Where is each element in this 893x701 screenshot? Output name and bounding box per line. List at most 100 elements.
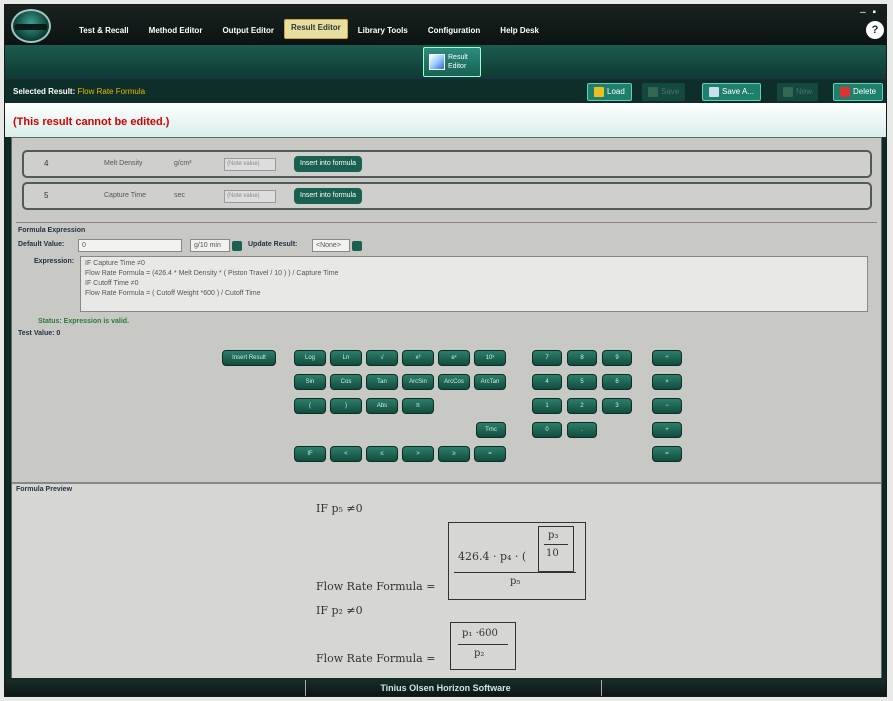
sqrt-key[interactable]: √	[366, 350, 398, 366]
input-name: Capture Time	[104, 192, 147, 199]
footer-text: Tinius Olsen Horizon Software	[380, 683, 511, 693]
menu-method-editor[interactable]: Method Editor	[139, 23, 213, 39]
expression-line: Flow Rate Formula = (426.4 * Melt Densit…	[85, 270, 339, 277]
log-key[interactable]: Log	[294, 350, 326, 366]
window-controls[interactable]: – ▪	[860, 7, 878, 18]
expression-status: Status: Expression is valid.	[38, 318, 130, 325]
new-icon	[783, 87, 793, 97]
input-row: 4 Melt Density g/cm³ (Note value) Insert…	[22, 150, 872, 178]
trunc-key[interactable]: Trnc	[476, 422, 506, 438]
expression-label: Expression:	[34, 258, 75, 265]
title-bar: Test & Recall Method Editor Output Edito…	[5, 5, 886, 45]
num-4-key[interactable]: 4	[532, 374, 562, 390]
denominator-1: p₅	[510, 576, 521, 587]
pow10-key[interactable]: 10ˣ	[474, 350, 506, 366]
save-icon	[648, 87, 658, 97]
expression-line: Flow Rate Formula = ( Cutoff Weight *600…	[85, 290, 261, 297]
num-9-key[interactable]: 9	[602, 350, 632, 366]
action-bar: Selected Result: Flow Rate Formula Load …	[5, 79, 886, 103]
ribbon-label-2: Editor	[448, 63, 467, 70]
num-2-key[interactable]: 2	[567, 398, 597, 414]
menu-test-recall[interactable]: Test & Recall	[69, 23, 139, 39]
save-as-button[interactable]: Save A...	[702, 83, 762, 101]
delete-button[interactable]: Delete	[833, 83, 884, 101]
update-result-select[interactable]: <None>	[312, 239, 350, 252]
pi-key[interactable]: π	[402, 398, 434, 414]
input-name: Melt Density	[104, 160, 143, 167]
open-paren-key[interactable]: (	[294, 398, 326, 414]
less-equal-key[interactable]: ≤	[366, 446, 398, 462]
ribbon: Result Editor	[5, 45, 886, 79]
num-1-key[interactable]: 1	[532, 398, 562, 414]
load-button[interactable]: Load	[587, 83, 632, 101]
input-value-select[interactable]: (Note value)	[224, 158, 276, 171]
menu-library-tools[interactable]: Library Tools	[348, 23, 418, 39]
tan-key[interactable]: Tan	[366, 374, 398, 390]
denominator-2: p₂	[474, 648, 485, 659]
unit-dropdown-icon[interactable]	[232, 241, 242, 251]
input-row: 5 Capture Time sec (Note value) Insert i…	[22, 182, 872, 210]
fraction-line-1	[454, 572, 576, 573]
multiply-key[interactable]: ×	[652, 374, 682, 390]
help-icon[interactable]: ?	[866, 21, 884, 39]
numerator-1: 426.4 · p₄ · (	[458, 550, 527, 563]
right-bracket	[578, 522, 586, 600]
if-key[interactable]: IF	[294, 446, 326, 462]
divider	[16, 222, 877, 223]
inner-frac-line	[544, 544, 568, 545]
num-0-key[interactable]: 0	[532, 422, 562, 438]
numerator-2: p₁ ·600	[462, 628, 498, 639]
insert-into-formula-button[interactable]: Insert into formula	[294, 156, 363, 172]
num-5-key[interactable]: 5	[567, 374, 597, 390]
result-editor-ribbon-button[interactable]: Result Editor	[423, 47, 481, 77]
exp-key[interactable]: eˣ	[438, 350, 470, 366]
cos-key[interactable]: Cos	[330, 374, 362, 390]
less-key[interactable]: <	[330, 446, 362, 462]
equal-key[interactable]: =	[474, 446, 506, 462]
menu-output-editor[interactable]: Output Editor	[212, 23, 284, 39]
unit-select[interactable]: g/10 min	[190, 239, 230, 252]
new-button[interactable]: New	[777, 83, 819, 101]
selected-result-label: Selected Result:	[13, 87, 76, 96]
update-dropdown-icon[interactable]	[352, 241, 362, 251]
selected-result: Selected Result: Flow Rate Formula	[13, 87, 145, 96]
num-8-key[interactable]: 8	[567, 350, 597, 366]
arccos-key[interactable]: ArcCos	[438, 374, 470, 390]
insert-into-formula-button[interactable]: Insert into formula	[294, 188, 363, 204]
menu-configuration[interactable]: Configuration	[418, 23, 490, 39]
delete-icon	[840, 87, 850, 97]
greater-key[interactable]: >	[402, 446, 434, 462]
arctan-key[interactable]: ArcTan	[474, 374, 506, 390]
plus-key[interactable]: +	[652, 422, 682, 438]
result-editor-panel: 4 Melt Density g/cm³ (Note value) Insert…	[11, 137, 882, 678]
app-logo	[11, 9, 51, 43]
num-6-key[interactable]: 6	[602, 374, 632, 390]
save-button[interactable]: Save	[642, 83, 686, 101]
close-paren-key[interactable]: )	[330, 398, 362, 414]
abs-key[interactable]: Abs	[366, 398, 398, 414]
insert-result-button[interactable]: Insert Result	[222, 350, 276, 366]
menu-result-editor[interactable]: Result Editor	[283, 19, 348, 39]
menu-help-desk[interactable]: Help Desk	[490, 23, 549, 39]
input-number: 4	[44, 159, 49, 168]
save-as-label: Save A...	[722, 87, 755, 96]
num-7-key[interactable]: 7	[532, 350, 562, 366]
square-key[interactable]: x²	[402, 350, 434, 366]
decimal-key[interactable]: .	[567, 422, 597, 438]
divide-key[interactable]: ÷	[652, 350, 682, 366]
formula-preview: Formula Preview IF p₅ ≠0 Flow Rate Formu…	[12, 482, 881, 678]
greater-equal-key[interactable]: ≥	[438, 446, 470, 462]
minus-key[interactable]: −	[652, 398, 682, 414]
selected-result-value: Flow Rate Formula	[77, 87, 146, 96]
default-value-input[interactable]: 0	[78, 239, 182, 252]
expression-textarea[interactable]: IF Capture Time ≠0 Flow Rate Formula = (…	[80, 256, 868, 312]
num-3-key[interactable]: 3	[602, 398, 632, 414]
sin-key[interactable]: Sin	[294, 374, 326, 390]
input-unit: g/cm³	[174, 160, 192, 167]
input-value-select[interactable]: (Note value)	[224, 190, 276, 203]
arcsin-key[interactable]: ArcSin	[402, 374, 434, 390]
ln-key[interactable]: Ln	[330, 350, 362, 366]
ribbon-label-1: Result	[448, 54, 468, 61]
formula-expression-heading: Formula Expression	[18, 227, 86, 234]
assign-key[interactable]: =	[652, 446, 682, 462]
